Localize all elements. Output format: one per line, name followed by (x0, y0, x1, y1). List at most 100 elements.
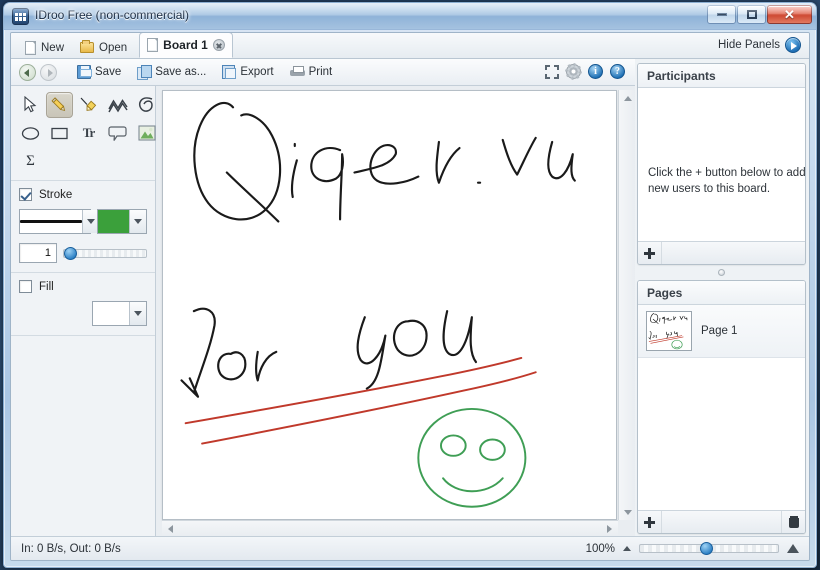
fill-combos (19, 301, 147, 326)
hide-panels-button[interactable]: Hide Panels (718, 37, 801, 53)
fill-label: Fill (39, 280, 54, 293)
arrow-right-icon (785, 37, 801, 53)
tab-bar: New Open Board 1 Hide Panels (11, 33, 809, 59)
save-as-icon (137, 65, 153, 80)
plus-icon (644, 247, 655, 259)
trash-icon (788, 516, 799, 528)
add-participant-button[interactable] (638, 242, 662, 264)
fill-color-swatch (93, 302, 129, 325)
delete-page-button[interactable] (781, 511, 805, 533)
pencil-tool[interactable] (46, 92, 73, 118)
zoom-in-icon[interactable] (787, 544, 799, 553)
fullscreen-icon[interactable] (545, 64, 559, 79)
hide-panels-label: Hide Panels (717, 39, 780, 51)
panel-splitter[interactable] (637, 269, 806, 276)
scroll-down-button[interactable] (619, 504, 636, 520)
tool-grid: Tr Σ (11, 86, 156, 181)
fill-color-caret[interactable] (129, 302, 146, 325)
undo-button[interactable] (19, 63, 36, 81)
text-tool[interactable]: Tr (75, 120, 102, 146)
highlighter-tool[interactable] (75, 92, 102, 118)
fill-checkbox[interactable] (19, 280, 32, 293)
stroke-width-input[interactable]: 1 (19, 243, 57, 263)
close-icon: ✕ (784, 7, 795, 22)
pages-list: Page 1 (638, 305, 805, 510)
stroke-style-preview (20, 210, 82, 233)
callout-tool[interactable] (104, 120, 131, 146)
participants-empty-message: Click the + button below to add new user… (648, 167, 805, 195)
new-board-button[interactable]: New (17, 37, 72, 58)
scroll-left-button[interactable] (162, 521, 179, 537)
application-window: IDroo Free (non-commercial) ✕ New Open B… (3, 2, 817, 568)
save-as-button[interactable]: Save as... (131, 63, 212, 81)
fill-checkbox-row[interactable]: Fill (19, 280, 147, 293)
participants-panel: Participants Click the + button below to… (637, 63, 806, 265)
formula-tool[interactable]: Σ (17, 148, 44, 174)
stroke-color-dropdown[interactable] (97, 209, 147, 234)
canvas-vertical-scrollbar[interactable] (618, 90, 635, 520)
pages-panel: Pages Page 1 (637, 280, 806, 534)
scroll-up-button[interactable] (619, 90, 636, 106)
main-body: Save Save as... Export Print i ? Tr Σ St… (11, 59, 809, 536)
canvas-area (156, 86, 635, 536)
stroke-color-caret[interactable] (129, 210, 146, 233)
tab-board-1[interactable]: Board 1 (139, 33, 233, 58)
board-toolbar: Save Save as... Export Print i ? (11, 59, 635, 86)
maximize-button[interactable] (737, 5, 766, 24)
stroke-width-slider[interactable] (63, 246, 147, 260)
canvas-horizontal-scrollbar[interactable] (162, 520, 618, 536)
scroll-right-button[interactable] (601, 521, 618, 537)
stroke-checkbox[interactable] (19, 188, 32, 201)
add-page-button[interactable] (638, 511, 662, 533)
new-document-icon (25, 40, 36, 55)
plus-icon (644, 516, 655, 528)
stroke-style-dropdown[interactable] (19, 209, 99, 234)
save-button[interactable]: Save (71, 63, 127, 81)
rectangle-tool[interactable] (46, 120, 73, 146)
minimize-button[interactable] (707, 5, 736, 24)
participants-title: Participants (638, 64, 805, 88)
board-tab-label: Board 1 (163, 38, 208, 52)
board-column: Save Save as... Export Print i ? Tr Σ St… (11, 59, 635, 536)
ellipse-tool[interactable] (17, 120, 44, 146)
pages-title: Pages (638, 281, 805, 305)
open-board-button[interactable]: Open (72, 37, 135, 58)
side-panels: Participants Click the + button below to… (635, 59, 809, 536)
open-label: Open (99, 41, 128, 54)
title-bar: IDroo Free (non-commercial) ✕ (4, 3, 816, 30)
zoom-controls: 100% (585, 542, 809, 555)
tools-and-canvas: Tr Σ Stroke 1 Fill (11, 86, 635, 536)
stroke-width-row: 1 (19, 243, 147, 263)
stroke-combos (19, 209, 147, 234)
info-icon[interactable]: i (588, 64, 603, 79)
new-label: New (41, 41, 65, 54)
window-controls: ✕ (707, 5, 812, 24)
help-icon[interactable]: ? (610, 64, 625, 79)
export-label: Export (240, 66, 274, 78)
zoom-level-label: 100% (585, 542, 615, 555)
desktop-background: IDroo Free (non-commercial) ✕ New Open B… (0, 0, 820, 570)
print-label: Print (308, 66, 333, 78)
whiteboard-canvas[interactable] (162, 90, 617, 520)
print-button[interactable]: Print (284, 64, 339, 81)
idroo-app-icon (12, 8, 29, 25)
stroke-label: Stroke (39, 188, 73, 201)
select-tool[interactable] (17, 92, 44, 118)
close-button[interactable]: ✕ (767, 5, 812, 24)
zoom-slider[interactable] (639, 542, 779, 555)
polyline-tool[interactable] (104, 92, 131, 118)
save-as-label: Save as... (155, 66, 207, 78)
zoom-out-icon[interactable] (623, 546, 631, 551)
fill-color-dropdown[interactable] (92, 301, 147, 326)
printer-icon (289, 65, 305, 79)
tool-panel: Tr Σ Stroke 1 Fill (11, 86, 156, 536)
participants-list: Click the + button below to add new user… (638, 88, 805, 241)
export-button[interactable]: Export (216, 63, 279, 81)
whiteboard-drawing (180, 101, 576, 508)
stroke-checkbox-row[interactable]: Stroke (19, 188, 147, 201)
close-tab-icon[interactable] (212, 39, 225, 51)
gear-icon[interactable] (566, 64, 581, 79)
folder-open-icon (80, 40, 95, 53)
redo-button[interactable] (40, 63, 57, 81)
list-item[interactable]: Page 1 (638, 305, 805, 358)
